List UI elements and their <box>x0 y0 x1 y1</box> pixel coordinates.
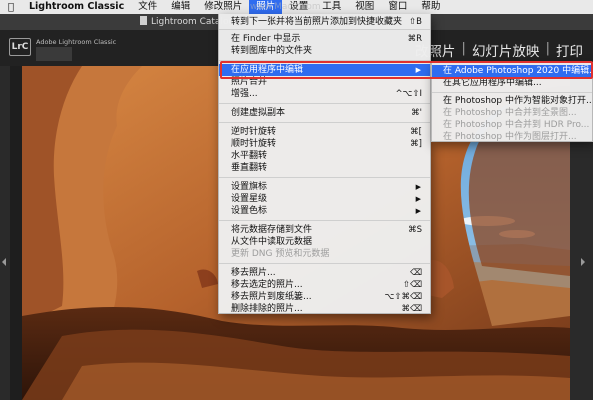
menu-item-create-virtual-copy[interactable]: 创建虚拟副本 ⌘' <box>219 107 430 119</box>
module-slideshow[interactable]: 幻灯片放映 <box>472 40 540 60</box>
menu-item-label: 将元数据存储到文件 <box>231 225 313 235</box>
menu-item-show-in-finder[interactable]: 在 Finder 中显示 ⌘R <box>219 33 430 45</box>
watermark: www.MacZ.com <box>250 2 321 12</box>
shortcut-label: ⌘[ <box>410 127 422 137</box>
lrc-logo: LrC <box>9 38 31 56</box>
submenu-merge-panorama: 在 Photoshop 中合并到全景图... <box>443 108 577 118</box>
module-picker: 改照片 | 幻灯片放映 | 打印 <box>415 40 583 60</box>
shortcut-label: ⌫ <box>409 268 422 278</box>
submenu-arrow-icon: ▶ <box>415 183 421 191</box>
menu-divider <box>219 103 430 104</box>
menu-item-flip-vertical[interactable]: 垂直翻转 <box>219 162 430 174</box>
menu-divider <box>219 263 430 264</box>
shortcut-label: ⌘' <box>411 108 422 118</box>
menu-item-label: 垂直翻转 <box>231 163 268 173</box>
expand-left-panel-icon[interactable] <box>2 258 6 266</box>
menu-help[interactable]: 帮助 <box>414 0 447 14</box>
menu-view[interactable]: 视图 <box>348 0 381 14</box>
menu-item-label: 增强... <box>231 89 258 99</box>
menu-divider <box>219 122 430 123</box>
menu-develop[interactable]: 修改照片 <box>197 0 249 14</box>
module-print[interactable]: 打印 <box>556 40 583 60</box>
user-name-redacted <box>36 47 72 61</box>
menu-item-label: 顺时针旋转 <box>231 139 277 149</box>
submenu-arrow-icon: ▶ <box>415 207 421 215</box>
app-name-label: Adobe Lightroom Classic <box>36 38 117 46</box>
submenu-open-as-smart-object[interactable]: 在 Photoshop 中作为智能对象打开... <box>432 95 592 107</box>
submenu-merge-hdr: 在 Photoshop 中合并到 HDR Pro... <box>443 120 590 130</box>
annotation-highlight-box <box>220 61 593 79</box>
module-separator: | <box>545 40 550 56</box>
menu-item-label: 设置旗标 <box>231 182 268 192</box>
menu-item-label: 移去照片... <box>231 268 276 278</box>
shortcut-label: ⌘S <box>408 225 422 235</box>
menu-item-flip-horizontal[interactable]: 水平翻转 <box>219 150 430 162</box>
module-separator: | <box>461 40 466 56</box>
menu-item-label: 在 Finder 中显示 <box>231 34 301 44</box>
menu-item-rotate-right[interactable]: 顺时针旋转 ⌘] <box>219 138 430 150</box>
shortcut-label: ^⌥⇧I <box>395 89 422 99</box>
document-icon <box>140 16 147 25</box>
photo-menu-dropdown: 转到下一张并将当前照片添加到快捷收藏夹 ⇧B 在 Finder 中显示 ⌘R 转到图… <box>218 14 431 314</box>
menu-item-next-add-quick-collection[interactable]: 转到下一张并将当前照片添加到快捷收藏夹 ⇧B <box>219 16 430 28</box>
menu-divider <box>219 29 430 30</box>
menu-item-remove-to-trash[interactable]: 移去照片到废纸篓... ⌥⇧⌘⌫ <box>219 291 430 303</box>
menu-item-label: 从文件中读取元数据 <box>231 237 313 247</box>
menu-divider <box>219 220 430 221</box>
menu-item-remove-photo[interactable]: 移去照片... ⌫ <box>219 267 430 279</box>
shortcut-label: ⌘R <box>407 34 422 44</box>
menu-item-label: 设置色标 <box>231 206 268 216</box>
menu-item-enhance[interactable]: 增强... ^⌥⇧I <box>219 88 430 100</box>
menu-item-label: 创建虚拟副本 <box>231 108 286 118</box>
menu-item-rotate-left[interactable]: 逆时针旋转 ⌘[ <box>219 126 430 138</box>
menu-item-set-rating[interactable]: 设置星级 ▶ <box>219 193 430 205</box>
menu-item-set-color-label[interactable]: 设置色标 ▶ <box>219 205 430 217</box>
apple-icon[interactable]:  <box>0 2 22 13</box>
menu-item-label: 转到图库中的文件夹 <box>231 46 313 56</box>
shortcut-label: ⇧B <box>409 17 422 27</box>
menu-file[interactable]: 文件 <box>131 0 164 14</box>
menu-app-name[interactable]: Lightroom Classic <box>22 0 131 14</box>
menu-item-remove-selected[interactable]: 移去选定的照片... ⇧⌫ <box>219 279 430 291</box>
menu-edit[interactable]: 编辑 <box>164 0 197 14</box>
menu-item-label: 更新 DNG 预览和元数据 <box>231 249 330 259</box>
menu-item-go-to-folder[interactable]: 转到图库中的文件夹 <box>219 45 430 57</box>
menu-item-update-dng: 更新 DNG 预览和元数据 <box>219 248 430 260</box>
shortcut-label: ⌘] <box>410 139 422 149</box>
submenu-open-as-layers: 在 Photoshop 中作为图层打开... <box>443 132 577 142</box>
menu-item-label: 转到下一张并将当前照片添加到快捷收藏夹 <box>231 17 403 27</box>
shortcut-label: ⇧⌫ <box>402 280 422 290</box>
menu-divider <box>432 92 592 93</box>
menu-item-label: 设置星级 <box>231 194 268 204</box>
menu-item-label: 移去照片到废纸篓... <box>231 292 312 302</box>
left-panel-collapsed[interactable] <box>0 66 10 400</box>
menu-item-label: 逆时针旋转 <box>231 127 277 137</box>
menu-item-label: 移去选定的照片... <box>231 280 303 290</box>
menu-item-label: 删除排除的照片... <box>231 304 303 314</box>
expand-right-panel-icon[interactable] <box>581 258 585 266</box>
menu-window[interactable]: 窗口 <box>381 0 414 14</box>
submenu-arrow-icon: ▶ <box>415 195 421 203</box>
menu-item-set-flag[interactable]: 设置旗标 ▶ <box>219 181 430 193</box>
menu-divider <box>219 177 430 178</box>
menu-item-read-metadata[interactable]: 从文件中读取元数据 <box>219 236 430 248</box>
menu-item-save-metadata[interactable]: 将元数据存储到文件 ⌘S <box>219 224 430 236</box>
menu-item-delete-rejected[interactable]: 删除排除的照片... ⌘⌫ <box>219 303 430 315</box>
shortcut-label: ⌥⇧⌘⌫ <box>384 292 422 302</box>
shortcut-label: ⌘⌫ <box>401 304 422 314</box>
menu-item-label: 水平翻转 <box>231 151 268 161</box>
